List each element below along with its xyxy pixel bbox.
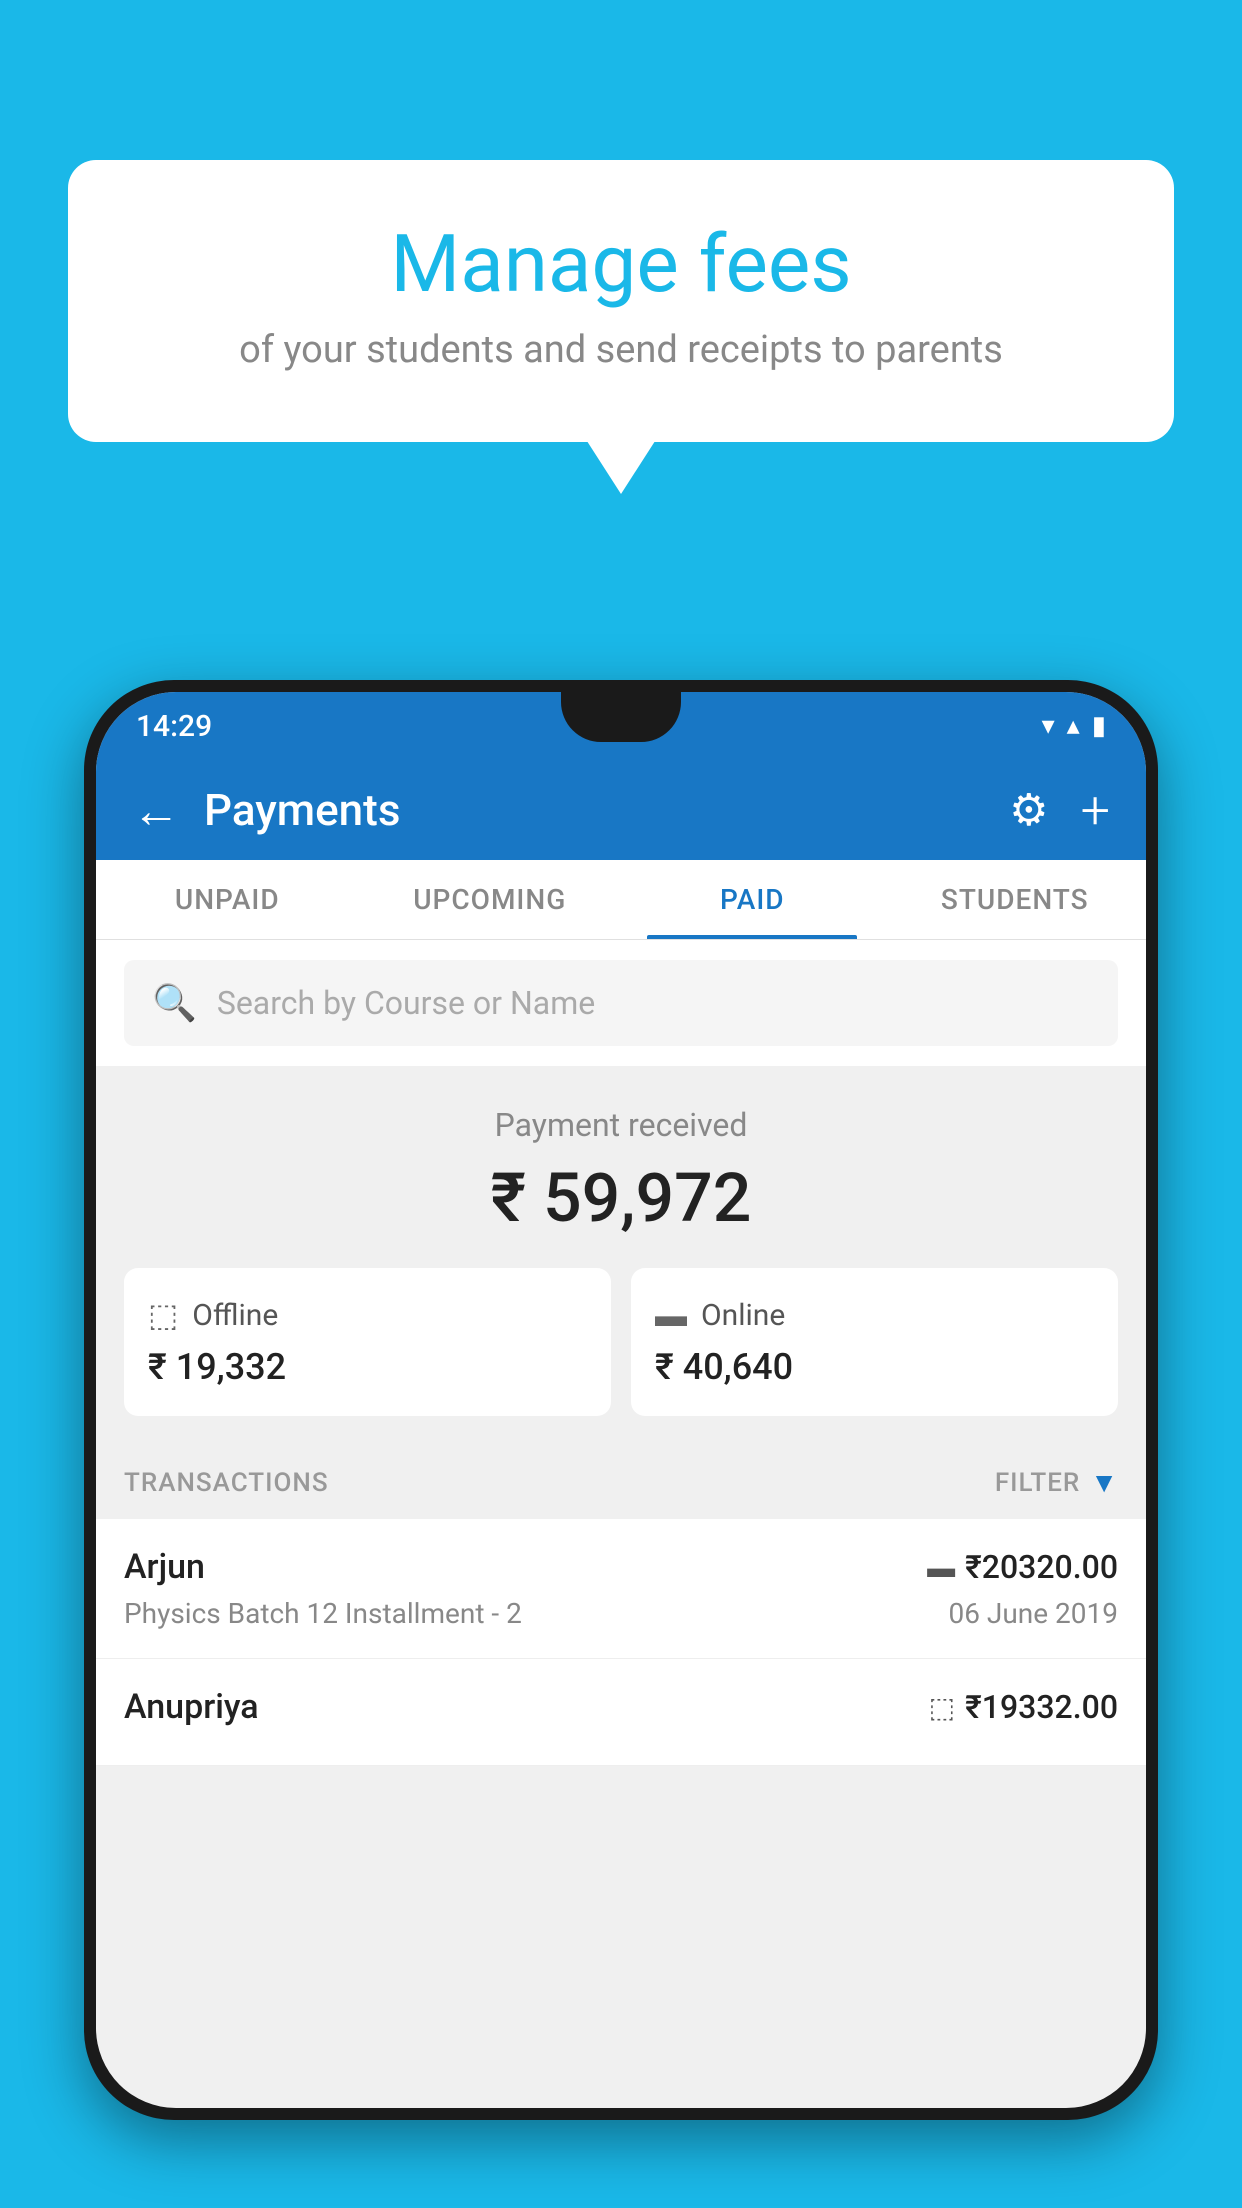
- status-time: 14:29: [136, 709, 212, 744]
- phone-inner: 14:29 ▾ ▴ ▮ ← Payments ⚙ +: [96, 692, 1146, 2108]
- settings-icon[interactable]: ⚙: [1009, 784, 1048, 836]
- status-bar: 14:29 ▾ ▴ ▮: [96, 692, 1146, 760]
- offline-icon: ⬚: [148, 1296, 178, 1334]
- transaction-name-2: Anupriya: [124, 1687, 259, 1727]
- transaction-amount-container: ▬ ₹20320.00: [927, 1548, 1118, 1586]
- transaction-detail: Physics Batch 12 Installment - 2: [124, 1597, 522, 1630]
- status-icons: ▾ ▴ ▮: [1042, 711, 1106, 741]
- transaction-top: Arjun ▬ ₹20320.00: [124, 1547, 1118, 1587]
- filter-icon: ▼: [1090, 1466, 1118, 1499]
- transaction-name: Arjun: [124, 1547, 205, 1587]
- app-bar-left: ← Payments: [132, 782, 400, 839]
- filter-container[interactable]: FILTER ▼: [995, 1466, 1118, 1499]
- wifi-icon: ▾: [1042, 711, 1055, 741]
- filter-label: FILTER: [995, 1468, 1080, 1498]
- search-container: 🔍 Search by Course or Name: [96, 940, 1146, 1066]
- search-icon: 🔍: [152, 982, 197, 1024]
- offline-card-header: ⬚ Offline: [148, 1296, 587, 1334]
- online-card-header: ▬ Online: [655, 1296, 1094, 1334]
- back-button[interactable]: ←: [132, 782, 180, 839]
- online-card: ▬ Online ₹ 40,640: [631, 1268, 1118, 1416]
- online-icon: ▬: [655, 1296, 687, 1334]
- transaction-row[interactable]: Arjun ▬ ₹20320.00 Physics Batch 12 Insta…: [96, 1519, 1146, 1659]
- bubble-title: Manage fees: [148, 220, 1094, 308]
- phone-wrapper: 14:29 ▾ ▴ ▮ ← Payments ⚙ +: [84, 680, 1158, 2208]
- tab-paid[interactable]: PAID: [621, 860, 884, 939]
- notch: [561, 692, 681, 742]
- online-label: Online: [701, 1298, 785, 1333]
- offline-payment-icon: ⬚: [929, 1691, 955, 1724]
- transaction-date: 06 June 2019: [948, 1597, 1118, 1630]
- battery-icon: ▮: [1092, 711, 1106, 741]
- offline-card: ⬚ Offline ₹ 19,332: [124, 1268, 611, 1416]
- online-amount: ₹ 40,640: [655, 1346, 1094, 1388]
- offline-amount: ₹ 19,332: [148, 1346, 587, 1388]
- payment-section: Payment received ₹ 59,972: [96, 1066, 1146, 1268]
- transaction-amount: ₹20320.00: [965, 1548, 1118, 1586]
- app-bar-title: Payments: [204, 784, 400, 836]
- transaction-bottom: Physics Batch 12 Installment - 2 06 June…: [124, 1597, 1118, 1630]
- transactions-label: TRANSACTIONS: [124, 1468, 329, 1498]
- phone-outer: 14:29 ▾ ▴ ▮ ← Payments ⚙ +: [84, 680, 1158, 2120]
- bubble-subtitle: of your students and send receipts to pa…: [148, 328, 1094, 372]
- payment-cards-row: ⬚ Offline ₹ 19,332 ▬ Online ₹ 40,640: [96, 1268, 1146, 1446]
- speech-bubble: Manage fees of your students and send re…: [68, 160, 1174, 442]
- add-icon[interactable]: +: [1081, 780, 1110, 841]
- tabs-container: UNPAID UPCOMING PAID STUDENTS: [96, 860, 1146, 940]
- tab-unpaid[interactable]: UNPAID: [96, 860, 359, 939]
- transactions-header: TRANSACTIONS FILTER ▼: [96, 1446, 1146, 1519]
- transaction-amount-2: ₹19332.00: [965, 1688, 1118, 1726]
- app-bar: ← Payments ⚙ +: [96, 760, 1146, 860]
- transaction-row-2[interactable]: Anupriya ⬚ ₹19332.00: [96, 1659, 1146, 1766]
- search-bar[interactable]: 🔍 Search by Course or Name: [124, 960, 1118, 1046]
- online-payment-icon: ▬: [927, 1551, 955, 1584]
- tab-students[interactable]: STUDENTS: [884, 860, 1147, 939]
- payment-received-label: Payment received: [124, 1106, 1118, 1144]
- transaction-amount-container-2: ⬚ ₹19332.00: [929, 1688, 1118, 1726]
- transaction-top-2: Anupriya ⬚ ₹19332.00: [124, 1687, 1118, 1727]
- offline-label: Offline: [192, 1298, 278, 1333]
- signal-icon: ▴: [1067, 711, 1080, 741]
- app-bar-right: ⚙ +: [1009, 780, 1110, 841]
- payment-received-amount: ₹ 59,972: [124, 1158, 1118, 1238]
- tab-upcoming[interactable]: UPCOMING: [359, 860, 622, 939]
- search-input[interactable]: Search by Course or Name: [217, 984, 595, 1022]
